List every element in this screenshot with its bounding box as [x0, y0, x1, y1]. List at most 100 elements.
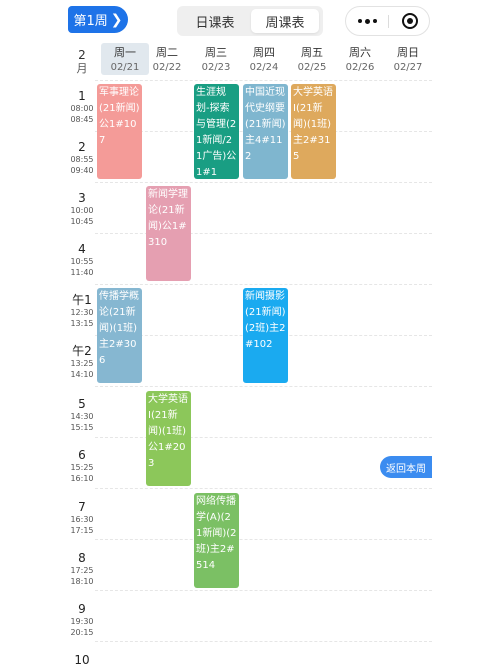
tab-week-schedule[interactable]: 周课表: [251, 9, 319, 33]
tab-day-schedule[interactable]: 日课表: [181, 9, 249, 33]
course-card-journalism-theory[interactable]: 新闻学理论(21新闻)公1#310: [146, 186, 191, 281]
period-start: 19:30: [70, 617, 94, 626]
day-header-sat[interactable]: 周六 02/26: [336, 43, 384, 75]
month-number: 2: [78, 48, 86, 62]
week-label: 第1周: [73, 14, 108, 29]
period-end: 20:15: [70, 628, 94, 637]
period-end: 16:10: [70, 474, 94, 483]
period-number: 1: [78, 89, 86, 103]
course-card-network-communication[interactable]: 网络传播学(A)(21新闻)(2班)主2#514: [194, 493, 239, 588]
grid-line: [95, 641, 432, 642]
chevron-right-icon: ❯: [110, 11, 123, 28]
course-text: 大学英语Ⅰ(21新闻)(1班)公1#203: [148, 394, 188, 469]
course-text: 网络传播学(A)(21新闻)(2班)主2#514: [196, 496, 237, 571]
period-number: 7: [78, 500, 86, 514]
day-header-wed[interactable]: 周三 02/23: [192, 43, 240, 75]
course-text: 大学英语Ⅰ(21新闻)(1班)主2#315: [293, 87, 333, 162]
date-label: 02/26: [345, 62, 375, 73]
period-end: 17:15: [70, 526, 94, 535]
period-slot-9: 9 19:30 20:15: [68, 602, 96, 638]
period-start: 15:25: [70, 463, 94, 472]
weekday-label: 周六: [349, 46, 371, 59]
period-end: 14:10: [70, 370, 94, 379]
course-card-english-fri[interactable]: 大学英语Ⅰ(21新闻)(1班)主2#315: [291, 84, 336, 179]
month-indicator: 2 月: [70, 48, 94, 76]
day-header-fri[interactable]: 周五 02/25: [288, 43, 336, 75]
course-card-communication-intro[interactable]: 传播学概论(21新闻)(1班)主2#306: [97, 288, 142, 383]
date-label: 02/22: [152, 62, 182, 73]
grid-line: [95, 80, 432, 81]
period-start: 08:00: [70, 104, 94, 113]
period-slot-7: 7 16:30 17:15: [68, 500, 96, 536]
course-text: 生涯规划-探索与管理(21新闻/21广告)公1#1: [196, 87, 237, 178]
date-label: 02/23: [201, 62, 231, 73]
period-number: 4: [78, 242, 86, 256]
day-header-sun[interactable]: 周日 02/27: [384, 43, 432, 75]
weekday-label: 周一: [114, 46, 136, 59]
period-start: 10:00: [70, 206, 94, 215]
more-options-icon[interactable]: [346, 7, 388, 35]
weekday-label: 周四: [253, 46, 275, 59]
period-slot-8: 8 17:25 18:10: [68, 551, 96, 587]
period-slot-4: 4 10:55 11:40: [68, 242, 96, 278]
grid-line: [95, 182, 432, 183]
course-card-english-tue[interactable]: 大学英语Ⅰ(21新闻)(1班)公1#203: [146, 391, 191, 486]
period-number: 10: [74, 653, 90, 667]
period-start: 08:55: [70, 155, 94, 164]
return-this-week-button[interactable]: 返回本周: [380, 456, 432, 478]
period-start: 14:30: [70, 412, 94, 421]
period-slot-noon-1: 午1 12:30 13:15: [68, 293, 96, 329]
grid-line: [95, 284, 432, 285]
weekday-label: 周三: [205, 46, 227, 59]
period-end: 15:15: [70, 423, 94, 432]
period-start: 12:30: [70, 308, 94, 317]
close-miniprogram-icon[interactable]: [389, 7, 430, 35]
day-header-thu[interactable]: 周四 02/24: [240, 43, 288, 75]
period-number: 8: [78, 551, 86, 565]
period-start: 13:25: [70, 359, 94, 368]
period-number: 9: [78, 602, 86, 616]
period-number: 5: [78, 397, 86, 411]
month-unit: 月: [76, 62, 88, 75]
period-slot-1: 1 08:00 08:45: [68, 89, 96, 125]
grid-line: [95, 386, 432, 387]
course-card-news-photography[interactable]: 新闻摄影(21新闻)(2班)主2#102: [243, 288, 288, 383]
period-number: 3: [78, 191, 86, 205]
course-card-career-planning[interactable]: 生涯规划-探索与管理(21新闻/21广告)公1#1: [194, 84, 239, 179]
period-slot-3: 3 10:00 10:45: [68, 191, 96, 227]
weekday-label: 周二: [156, 46, 178, 59]
grid-line: [95, 488, 432, 489]
period-end: 13:15: [70, 319, 94, 328]
period-slot-6: 6 15:25 16:10: [68, 448, 96, 484]
course-text: 新闻学理论(21新闻)公1#310: [148, 189, 188, 248]
course-card-modern-history[interactable]: 中国近现代史纲要(21新闻)主4#112: [243, 84, 288, 179]
week-selector-button[interactable]: 第1周 ❯: [68, 6, 128, 33]
period-slot-10: 10: [68, 653, 96, 667]
period-end: 18:10: [70, 577, 94, 586]
weekday-label: 周日: [397, 46, 419, 59]
date-label: 02/27: [393, 62, 423, 73]
period-end: 08:45: [70, 115, 94, 124]
weekday-label: 周五: [301, 46, 323, 59]
period-number: 午1: [72, 293, 92, 307]
miniprogram-capsule: [345, 6, 430, 36]
course-text: 中国近现代史纲要(21新闻)主4#112: [245, 87, 286, 162]
period-end: 09:40: [70, 166, 94, 175]
period-start: 17:25: [70, 566, 94, 575]
period-end: 11:40: [70, 268, 94, 277]
period-end: 10:45: [70, 217, 94, 226]
period-number: 2: [78, 140, 86, 154]
period-slot-5: 5 14:30 15:15: [68, 397, 96, 433]
course-card-military-theory[interactable]: 军事理论(21新闻)公1#107: [97, 84, 142, 179]
period-number: 午2: [72, 344, 92, 358]
period-start: 16:30: [70, 515, 94, 524]
period-start: 10:55: [70, 257, 94, 266]
grid-line: [95, 539, 432, 540]
day-header-tue[interactable]: 周二 02/22: [143, 43, 191, 75]
grid-line: [95, 590, 432, 591]
period-number: 6: [78, 448, 86, 462]
day-header-mon[interactable]: 周一 02/21: [101, 43, 149, 75]
period-slot-2: 2 08:55 09:40: [68, 140, 96, 176]
course-text: 传播学概论(21新闻)(1班)主2#306: [99, 291, 139, 366]
date-label: 02/24: [249, 62, 279, 73]
